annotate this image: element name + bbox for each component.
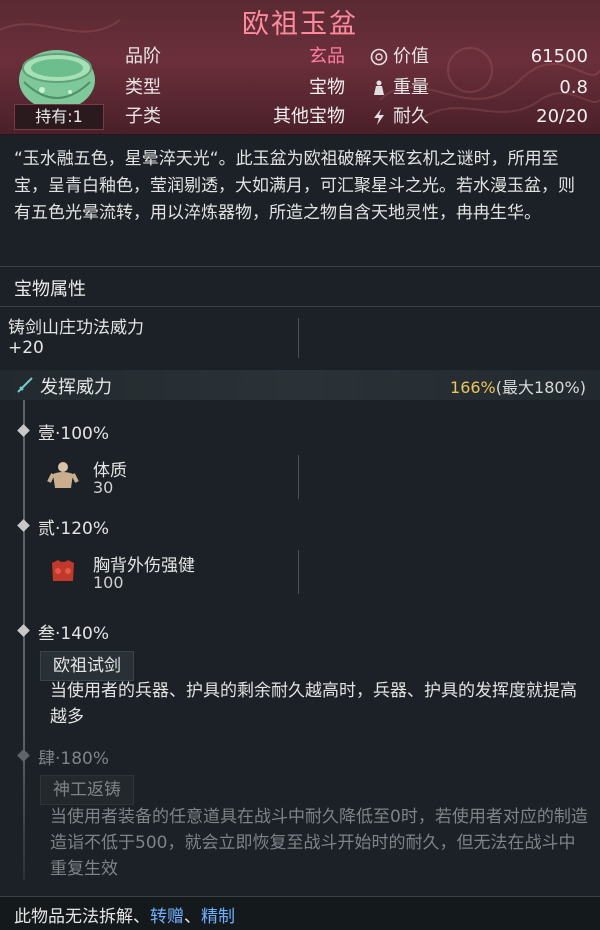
tier-4-effect-tag: 神工返铸	[40, 775, 134, 805]
tier-3-name: 叁	[38, 624, 55, 644]
type-value: 宝物	[309, 77, 345, 98]
divider	[0, 266, 600, 267]
footer-text: 此物品无法拆解、转赠、精制	[14, 902, 235, 927]
tier-1-name: 壹	[38, 424, 55, 444]
power-max: (最大180%)	[495, 378, 586, 397]
power-current: 166%	[450, 378, 496, 397]
tier-2-value: 100	[93, 573, 124, 592]
lightning-icon	[374, 109, 384, 125]
item-header: 欧祖玉盆 持有:1 品阶 玄品 价值 61500 类型 宝物 重量 0.8 子类…	[0, 0, 600, 135]
item-title: 欧祖玉盆	[242, 9, 358, 40]
column-divider	[298, 550, 299, 594]
item-description: “玉水融五色，星晕淬天光“。此玉盆为欧祖破解天枢玄机之谜时，所用至宝，呈青白釉色…	[14, 149, 575, 223]
power-label: 发挥威力	[40, 377, 112, 398]
tier-marker	[17, 749, 30, 762]
armor-icon	[52, 560, 74, 581]
grade-value: 玄品	[309, 46, 345, 67]
tier-3-pct: ·140%	[55, 624, 110, 644]
price-label: 价值	[393, 46, 429, 67]
attr-row-subtype-durability: 子类 其他宝物 耐久 20/20	[0, 102, 600, 132]
refine-link[interactable]: 精制	[201, 907, 235, 927]
attr-row-grade-price: 品阶 玄品 价值 61500	[0, 42, 600, 72]
tier-marker	[17, 624, 30, 637]
footer-separator: 、	[184, 907, 201, 927]
type-label: 类型	[125, 77, 161, 98]
tier-marker	[17, 424, 30, 437]
footer-prefix: 此物品无法拆解、	[14, 907, 150, 927]
footer-bar: 此物品无法拆解、转赠、精制	[0, 896, 600, 930]
tier-4-pct: ·180%	[55, 749, 110, 769]
section-title: 宝物属性	[14, 279, 86, 300]
bonus-name: 铸剑山庄功法威力	[8, 318, 144, 338]
weight-value: 0.8	[559, 77, 588, 98]
tier-4-effect-text: 当使用者装备的任意道具在战斗中耐久降低至0时，若使用者对应的制造造诣不低于500…	[50, 807, 588, 879]
tier-1-pct: ·100%	[55, 424, 110, 444]
weight-icon	[374, 80, 384, 95]
coin-icon	[370, 48, 388, 66]
subtype-value: 其他宝物	[273, 106, 345, 127]
weight-label: 重量	[393, 77, 429, 98]
power-bar: 发挥威力 166%(最大180%)	[0, 370, 600, 400]
sword-icon	[17, 377, 33, 393]
tier-2-name: 贰	[38, 519, 55, 539]
tier-3-effect-text: 当使用者的兵器、护具的剩余耐久越高时，兵器、护具的发挥度就提高越多	[50, 681, 577, 727]
durability-label: 耐久	[393, 106, 429, 127]
column-divider	[298, 455, 299, 499]
tier-4-name: 肆	[38, 749, 55, 769]
divider	[0, 306, 600, 307]
tier-marker	[17, 519, 30, 532]
tier-3-effect-tag: 欧祖试剑	[40, 651, 134, 681]
power-value: 166%(最大180%)	[450, 374, 586, 398]
tier-1-value: 30	[93, 478, 114, 497]
tier-2-pct: ·120%	[55, 519, 110, 539]
grade-label: 品阶	[125, 46, 161, 67]
gift-link[interactable]: 转赠	[150, 907, 184, 927]
bonus-value: +20	[8, 338, 44, 358]
body-icon	[47, 462, 79, 488]
price-value: 61500	[530, 46, 588, 67]
durability-value: 20/20	[536, 106, 588, 127]
subtype-label: 子类	[125, 106, 161, 127]
column-divider	[298, 318, 299, 358]
tier-timeline	[23, 400, 25, 880]
attr-row-type-weight: 类型 宝物 重量 0.8	[0, 73, 600, 103]
